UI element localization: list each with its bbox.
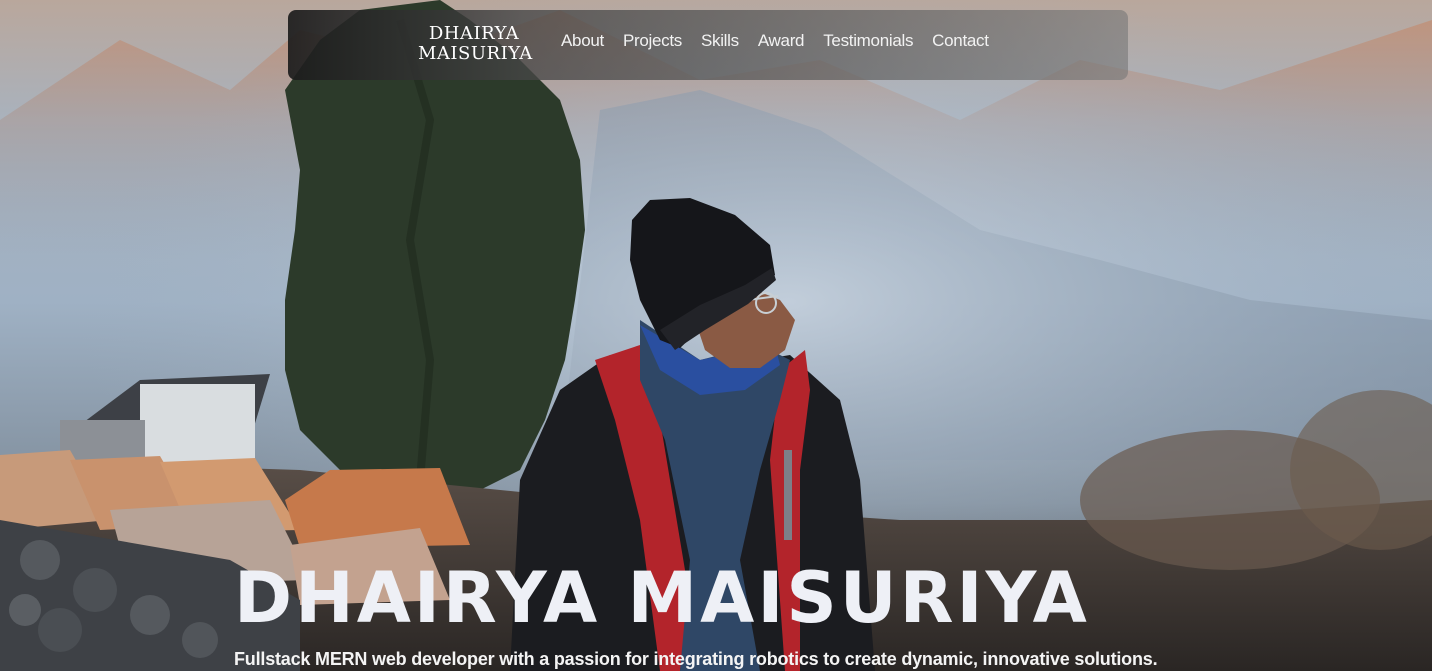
logo-line-last-name: MAISURIYA: [418, 43, 533, 64]
hero-subtitle: Fullstack MERN web developer with a pass…: [234, 649, 1158, 669]
nav-link-contact[interactable]: Contact: [932, 30, 989, 52]
nav-link-award[interactable]: Award: [758, 30, 805, 52]
site-logo[interactable]: DHAIRYA MAISURIYA: [418, 23, 533, 64]
logo-line-first-name: DHAIRYA: [428, 23, 520, 44]
nav-link-testimonials[interactable]: Testimonials: [823, 30, 913, 52]
nav-link-skills[interactable]: Skills: [701, 30, 739, 52]
top-navbar: DHAIRYA MAISURIYA About Projects Skills …: [288, 10, 1128, 80]
nav-link-projects[interactable]: Projects: [623, 30, 682, 52]
hero-title: DHAIRYA MAISURIYA: [234, 557, 1090, 639]
nav-link-about[interactable]: About: [561, 30, 604, 52]
nav-links: About Projects Skills Award Testimonials…: [561, 30, 989, 52]
